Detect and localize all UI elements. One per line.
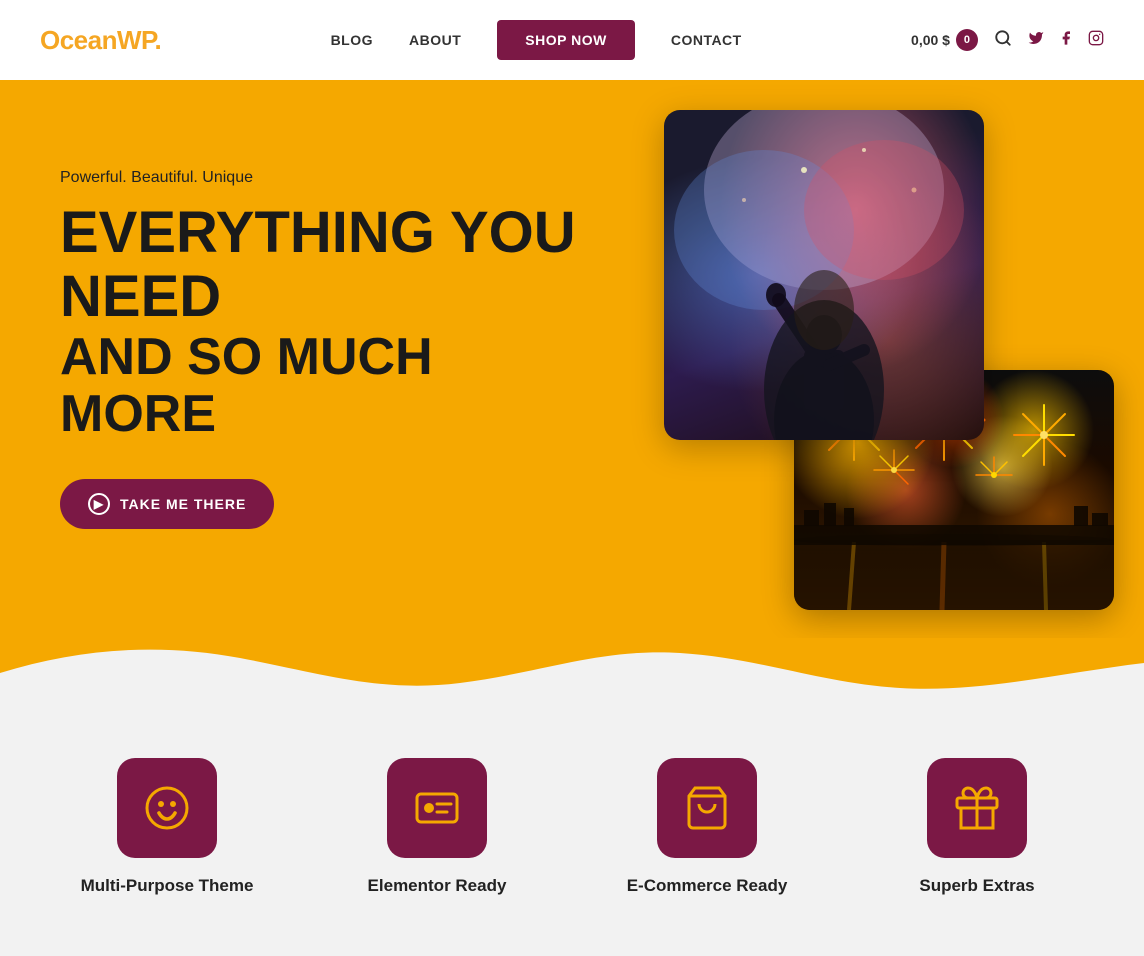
concert-visual [664, 110, 984, 440]
header-right: 0,00 $ 0 [911, 29, 1104, 52]
multi-purpose-label: Multi-Purpose Theme [81, 876, 254, 896]
gift-icon [953, 784, 1001, 832]
extras-label: Superb Extras [919, 876, 1034, 896]
search-icon[interactable] [994, 29, 1012, 52]
hero-title: EVERYTHING YOU NEED AND SO MUCH MORE [60, 201, 580, 443]
hero-title-line2: AND SO MUCH MORE [60, 329, 580, 443]
wave-divider [0, 638, 1144, 708]
hero-subtitle: Powerful. Beautiful. Unique [60, 169, 580, 187]
cart-price: 0,00 $ [911, 32, 950, 48]
cart-area[interactable]: 0,00 $ 0 [911, 29, 978, 51]
cart-icon [683, 784, 731, 832]
instagram-icon[interactable] [1088, 30, 1104, 51]
ecommerce-icon-box [657, 758, 757, 858]
circle-icon: ▶ [88, 493, 110, 515]
logo-text: OceanWP [40, 25, 155, 55]
smiley-icon [143, 784, 191, 832]
hero-section: Powerful. Beautiful. Unique EVERYTHING Y… [0, 80, 1144, 638]
feature-multi-purpose: Multi-Purpose Theme [42, 758, 292, 896]
twitter-icon[interactable] [1028, 30, 1044, 51]
shop-now-button[interactable]: SHOP NOW [497, 20, 635, 60]
feature-ecommerce: E-Commerce Ready [582, 758, 832, 896]
logo-dot: . [155, 25, 162, 55]
feature-elementor: Elementor Ready [312, 758, 562, 896]
logo[interactable]: OceanWP. [40, 25, 161, 56]
hero-title-line1: EVERYTHING YOU NEED [60, 200, 576, 329]
facebook-icon[interactable] [1058, 30, 1074, 51]
nav-contact[interactable]: CONTACT [671, 32, 742, 48]
ecommerce-label: E-Commerce Ready [627, 876, 788, 896]
take-me-there-button[interactable]: ▶ TAKE ME THERE [60, 479, 274, 529]
hero-images [644, 110, 1114, 610]
features-grid: Multi-Purpose Theme Elementor Ready [42, 758, 1102, 896]
features-section: Multi-Purpose Theme Elementor Ready [0, 708, 1144, 956]
multi-purpose-icon-box [117, 758, 217, 858]
elementor-label: Elementor Ready [368, 876, 507, 896]
hero-image-concert [664, 110, 984, 440]
social-icons [1028, 30, 1104, 51]
cart-count: 0 [956, 29, 978, 51]
feature-extras: Superb Extras [852, 758, 1102, 896]
nav-about[interactable]: ABOUT [409, 32, 461, 48]
hero-content: Powerful. Beautiful. Unique EVERYTHING Y… [60, 169, 580, 529]
elementor-icon-box [387, 758, 487, 858]
extras-icon-box [927, 758, 1027, 858]
cta-label: TAKE ME THERE [120, 496, 246, 512]
wave-svg [0, 638, 1144, 708]
main-nav: BLOG ABOUT SHOP NOW CONTACT [331, 20, 742, 60]
nav-blog[interactable]: BLOG [331, 32, 373, 48]
id-card-icon [413, 784, 461, 832]
header: OceanWP. BLOG ABOUT SHOP NOW CONTACT 0,0… [0, 0, 1144, 80]
